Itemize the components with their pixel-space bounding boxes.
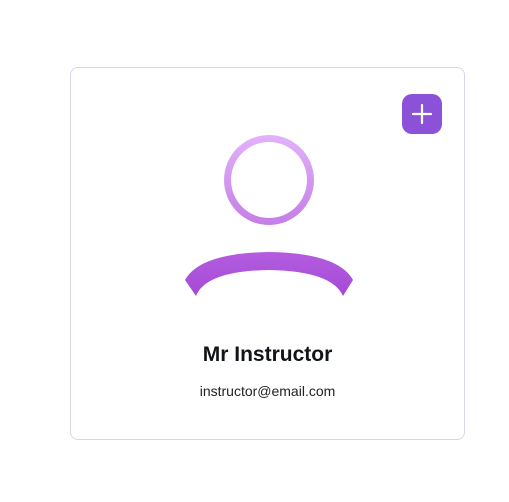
user-name: Mr Instructor: [202, 343, 333, 366]
add-button[interactable]: [402, 94, 442, 134]
profile-card: Mr Instructor instructor@email.com: [70, 67, 465, 440]
user-icon: [185, 135, 353, 296]
plus-icon: [411, 103, 433, 125]
avatar-shoulders: [185, 252, 353, 296]
user-email: instructor@email.com: [199, 383, 336, 399]
